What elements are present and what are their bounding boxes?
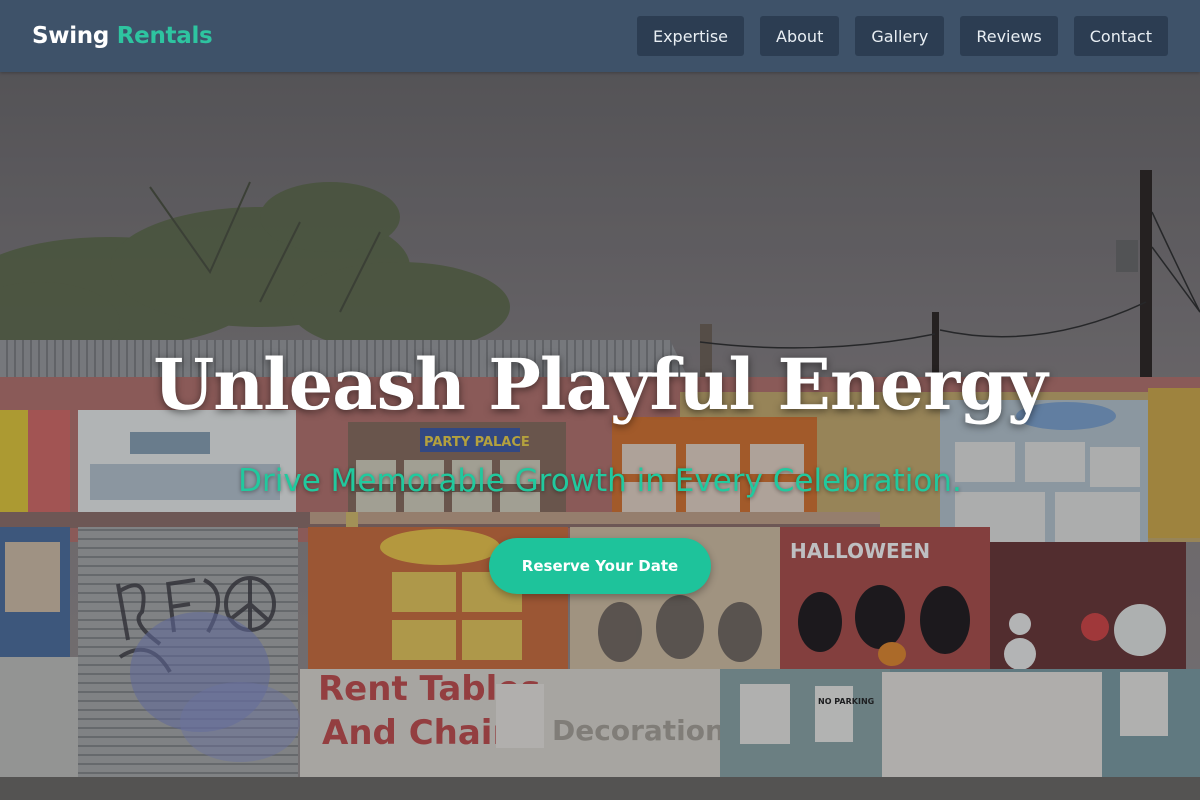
site-header: Swing Rentals Expertise About Gallery Re… [0, 0, 1200, 72]
hero-headline: Unleash Playful Energy [153, 343, 1048, 426]
logo-text: Swing [32, 23, 110, 49]
nav-gallery-button[interactable]: Gallery [855, 16, 945, 56]
nav-reviews-button[interactable]: Reviews [960, 16, 1058, 56]
hero-content: Unleash Playful Energy Drive Memorable G… [0, 72, 1200, 800]
nav-expertise-button[interactable]: Expertise [636, 16, 745, 56]
nav-about-button[interactable]: About [760, 16, 840, 56]
hero-subheadline: Drive Memorable Growth in Every Celebrat… [238, 463, 962, 499]
hero-section: PARTY PALACE HALLOWEEN Rent Tables And C… [0, 72, 1200, 800]
site-logo[interactable]: Swing Rentals [32, 23, 213, 49]
logo-accent-text: Rentals [116, 23, 213, 49]
reserve-date-button[interactable]: Reserve Your Date [489, 538, 711, 594]
nav-contact-button[interactable]: Contact [1073, 16, 1168, 56]
main-nav: Expertise About Gallery Reviews Contact [636, 16, 1168, 56]
